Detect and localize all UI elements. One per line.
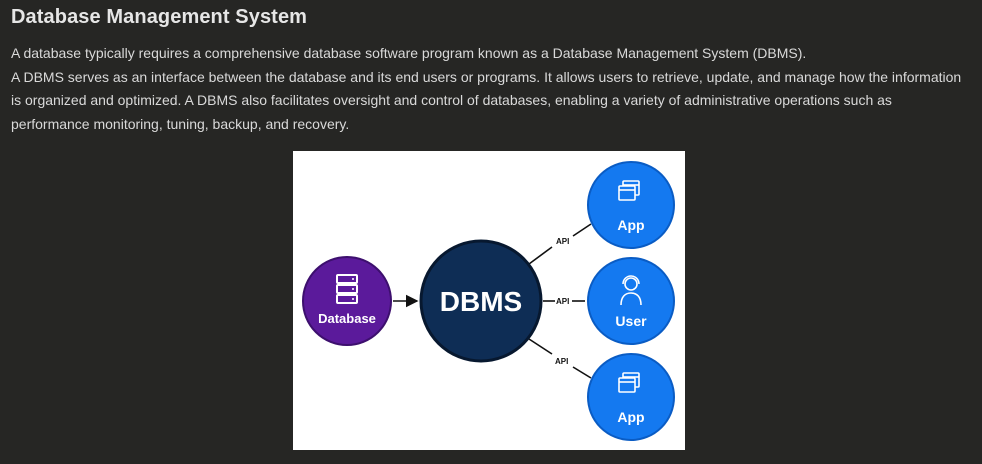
- app-bottom-label: App: [617, 409, 644, 425]
- app-top-node: App: [587, 161, 675, 249]
- page-title: Database Management System: [11, 6, 308, 28]
- app-bottom-node: App: [587, 353, 675, 441]
- description-paragraph-2: A DBMS serves as an interface between th…: [11, 68, 962, 132]
- dbms-label: DBMS: [440, 286, 522, 317]
- api-label-top: API: [556, 237, 569, 246]
- dbms-node: DBMS: [419, 239, 543, 363]
- dbms-diagram: API API API Database DBMS App User App: [293, 151, 685, 450]
- api-label-middle: API: [556, 297, 569, 306]
- diagram-svg: API API API Database DBMS App User App: [302, 161, 675, 441]
- page: Database Management System A database ty…: [0, 0, 982, 464]
- api-label-bottom: API: [555, 357, 568, 366]
- api-connector-bottom-b: [572, 366, 592, 379]
- description-paragraph-1: A database typically requires a comprehe…: [11, 45, 807, 61]
- api-connector-bottom-a: [528, 338, 553, 355]
- app-top-label: App: [617, 217, 644, 233]
- description: A database typically requires a comprehe…: [11, 42, 971, 136]
- user-node: User: [587, 257, 675, 345]
- api-connector-top-b: [572, 223, 592, 237]
- database-node: Database: [302, 256, 392, 346]
- api-connector-top-a: [528, 246, 553, 265]
- database-label: Database: [318, 311, 376, 326]
- user-label: User: [615, 313, 647, 329]
